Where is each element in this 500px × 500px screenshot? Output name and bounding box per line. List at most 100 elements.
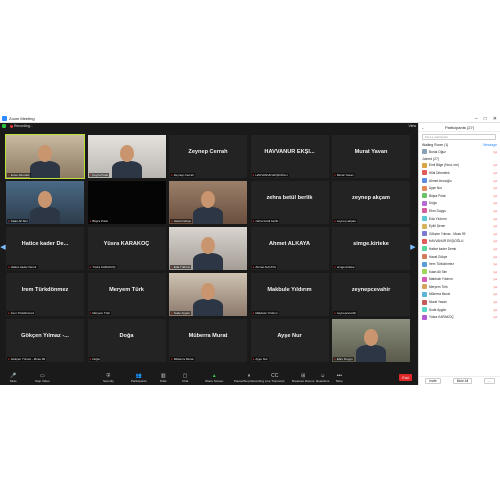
video-tile[interactable]: HAVVANUR EKŞİ... ●HAVVANUR EKŞİOĞLU (250, 135, 329, 178)
video-tile[interactable]: Ahmet ALKAYA ●Ahmet ALKAYA (250, 227, 329, 270)
tile-label-text: Feyza Polat (92, 173, 109, 177)
tile-label-text: Gökçen Yılmaz - Mcas 99 (10, 357, 46, 361)
video-tile[interactable]: Yüsra KARAKOÇ ●Yüsra KARAKOÇ (87, 227, 166, 270)
participant-video-figure (356, 345, 386, 362)
participant-name: Makbule Yıldırım (429, 277, 453, 282)
toolbar-label: Reactions (316, 378, 330, 383)
participant-name: İrem Türkdönmez (429, 262, 454, 267)
maximize-icon[interactable]: □ (484, 116, 487, 122)
participant-row[interactable]: İrem Türkdönmez ▯⌀ (419, 260, 500, 268)
video-tile[interactable]: ●Sude Aygün (169, 273, 247, 316)
video-tile[interactable]: zeynep akçam ●zeynep akçam (332, 181, 410, 224)
toolbar-polls-button[interactable]: ▥ Polls (160, 371, 167, 385)
video-tile[interactable]: Gökçen Yılmaz -... ●Gökçen Yılmaz - Mcas … (6, 319, 84, 362)
participant-row[interactable]: Doğa ▯⌀ (419, 200, 500, 208)
muted-status-icon: ▯⌀ (493, 193, 497, 198)
next-page-arrow-icon[interactable]: ▶ (410, 241, 416, 253)
tile-name-label: ●Ahmet ALKAYA (251, 265, 277, 269)
participant-row[interactable]: Hazal Gökçe ▯⌀ (419, 253, 500, 261)
recording-dot-icon (10, 124, 13, 128)
participant-row[interactable]: Makbule Yıldırım ▯⌀ (419, 276, 500, 284)
toolbar-security-button[interactable]: ⛨ Security (103, 371, 114, 385)
participant-name: Doğa (429, 201, 437, 206)
toolbar-participants-button[interactable]: 👥 Participants (131, 371, 147, 385)
participant-row[interactable]: Gökçen Yılmaz - Mcas 99 ▯⌀ (419, 230, 500, 238)
tile-label-text: zehra betül berlik (255, 219, 279, 223)
participant-row[interactable]: Ayşe Nur ▯⌀ (419, 184, 500, 192)
participant-row[interactable]: Ahmet Arıcıoğlu ▯⌀ (419, 177, 500, 185)
toolbar-chat-button[interactable]: ▢ Chat (182, 371, 188, 385)
video-tile[interactable]: Zeynep Cerrah ●Zeynep Cerrah (169, 135, 247, 178)
participant-row[interactable]: Murat Yavan ▯⌀ (419, 298, 500, 306)
video-tile[interactable]: ●Emre Altunatlı (5, 134, 85, 179)
video-tile[interactable]: Meryem Türk ●Meryem Türk (87, 273, 166, 316)
toolbar-more-button[interactable]: ••• More (336, 371, 343, 385)
participant-search-input[interactable]: Find a participant (422, 134, 496, 140)
video-tile[interactable]: Makbule Yıldırım ●Makbule Yıldırım (250, 273, 329, 316)
avatar (422, 254, 427, 260)
avatar (422, 284, 427, 290)
toolbar-mute-button[interactable]: 🎤 Mute (10, 371, 17, 385)
participant-row[interactable]: Kaan Ali Sim ▯⌀ (419, 268, 500, 276)
tile-label-text: Ahmet ALKAYA (255, 265, 276, 269)
video-tile[interactable]: ●Feyza Polat (87, 135, 166, 178)
video-tile[interactable]: ●Eda Yıldırım (169, 227, 247, 270)
zoom-logo-icon (2, 116, 7, 121)
video-tile[interactable]: ●Hazal Gökçe (169, 181, 247, 224)
participant-name: HAVVANUR EKŞİOĞLU (429, 239, 464, 244)
participant-row[interactable]: Hatice kader Demir ▯⌀ (419, 245, 500, 253)
participant-row[interactable]: Yüsra KARAKOÇ ▯⌀ (419, 313, 500, 321)
video-tile[interactable]: Hatice kader De... ●Hatice kader Demir (6, 227, 84, 270)
participant-name: Kaan Ali Sim (429, 269, 448, 274)
participant-row[interactable]: Eda Yıldırım ▯⌀ (419, 215, 500, 223)
video-tile[interactable]: İrem Türkdönmez ●İrem Türkdönmez (6, 273, 84, 316)
end-meeting-button[interactable]: End (399, 374, 412, 381)
video-tile[interactable]: ●Büşra Polat (87, 181, 166, 224)
video-tile[interactable]: Doğa ●Doğa (87, 319, 166, 362)
avatar (422, 246, 427, 252)
video-tile[interactable]: zehra betül berlik ●zehra betül berlik (250, 181, 329, 224)
video-tile[interactable]: ●Ebru Duygu (332, 319, 410, 362)
toolbar-live-transcript-button[interactable]: CC Live Transcript (265, 371, 285, 385)
invite-button[interactable]: Invite (425, 378, 441, 384)
view-button[interactable]: View (408, 124, 416, 128)
muted-mic-icon: ● (8, 173, 10, 177)
tile-name-label: ●Eda Yıldırım (170, 265, 192, 269)
video-tile[interactable]: simge.kirteke ●simge.kirteke (332, 227, 410, 270)
mute-all-button[interactable]: Mute All (452, 378, 473, 384)
video-tile[interactable]: Murat Yavan ●Murat Yavan (332, 135, 410, 178)
participant-row[interactable]: Müberra Murat ▯⌀ (419, 291, 500, 299)
muted-mic-icon: ● (334, 265, 336, 269)
video-tile[interactable]: zeynepcevahir ●zeynepcevahir (332, 273, 410, 316)
waiting-room-message-button[interactable]: Message (483, 143, 497, 147)
tile-name-label: ●zeynepcevahir (333, 311, 358, 315)
popout-icon[interactable]: ⌄ (421, 125, 424, 130)
close-icon[interactable]: ✕ (493, 116, 497, 122)
toolbar-pause-stop-recording-button[interactable]: ⏸ Pause/Stop Recording (234, 371, 264, 385)
video-tile[interactable]: ●Kaan Ali Sim (6, 181, 84, 224)
participant-row[interactable]: Hilal Ürkmelek ▯⌀ (419, 169, 500, 177)
toolbar-share-screen-button[interactable]: ▲ Share Screen (205, 371, 223, 385)
tile-name-label: ●Hazal Gökçe (170, 219, 192, 223)
toolbar-stop-video-button[interactable]: ▭ Stop Video (35, 371, 50, 385)
recording-indicator[interactable]: Recording... (10, 124, 33, 128)
toolbar-reactions-button[interactable]: ☺ Reactions (316, 371, 329, 385)
participant-row[interactable]: Burak Oğuz ▯⌀ (419, 148, 500, 156)
more-options-button[interactable]: ... (484, 378, 495, 384)
participant-row[interactable]: Ebru Duygu ▯⌀ (419, 207, 500, 215)
video-tile[interactable]: Ayşe Nur ●Ayşe Nur (250, 319, 329, 362)
participant-name: Meryem Türk (429, 284, 448, 289)
security-shield-icon[interactable] (2, 124, 6, 128)
participant-row[interactable]: Büşra Polat ▯⌀ (419, 192, 500, 200)
muted-status-icon: ▯⌀ (493, 284, 497, 289)
toolbar-breakout-rooms-button[interactable]: ⊞ Breakout Rooms (292, 371, 314, 385)
participant-row[interactable]: Emil Bilge (Host, me) ▯⌀ (419, 162, 500, 170)
participant-row[interactable]: Meryem Türk ▯⌀ (419, 283, 500, 291)
toolbar-label: Polls (160, 378, 167, 383)
tile-name-label: ●Büşra Polat (88, 219, 109, 223)
video-tile[interactable]: Müberra Murat ●Müberra Murat (169, 319, 247, 362)
minimize-icon[interactable]: – (475, 116, 478, 122)
participant-row[interactable]: Sude Aygün ▯⌀ (419, 306, 500, 314)
participant-row[interactable]: HAVVANUR EKŞİOĞLU ▯⌀ (419, 238, 500, 246)
participant-row[interactable]: Eylül Şener ▯⌀ (419, 222, 500, 230)
